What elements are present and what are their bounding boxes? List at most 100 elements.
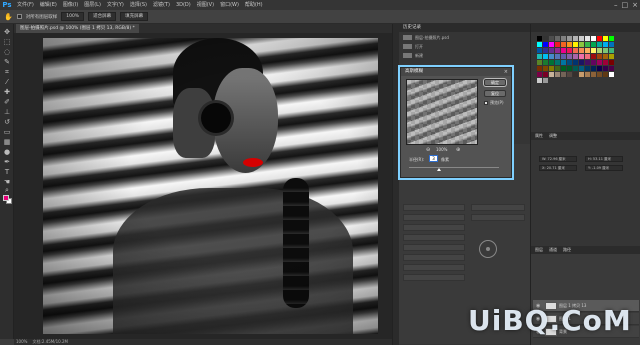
- color-swatch[interactable]: [549, 42, 554, 47]
- color-swatch[interactable]: [549, 48, 554, 53]
- color-swatch[interactable]: [603, 72, 608, 77]
- y-field[interactable]: Y: -1.09 厘米: [585, 165, 623, 171]
- color-swatch[interactable]: [591, 42, 596, 47]
- menu-view[interactable]: 视图(V): [194, 0, 217, 10]
- color-swatch[interactable]: [537, 60, 542, 65]
- color-swatch[interactable]: [537, 72, 542, 77]
- color-swatch[interactable]: [597, 54, 602, 59]
- type-tool-icon[interactable]: T: [3, 168, 11, 176]
- color-swatch[interactable]: [609, 60, 614, 65]
- color-swatch[interactable]: [579, 60, 584, 65]
- color-swatch[interactable]: [555, 42, 560, 47]
- tab-paths[interactable]: 路径: [563, 246, 571, 254]
- color-swatch[interactable]: [609, 66, 614, 71]
- reset-button[interactable]: 复位: [484, 90, 506, 97]
- color-swatch[interactable]: [585, 48, 590, 53]
- color-swatch[interactable]: [609, 72, 614, 77]
- color-swatch[interactable]: [585, 42, 590, 47]
- color-swatch[interactable]: [603, 48, 608, 53]
- preview-checkbox[interactable]: [484, 101, 488, 105]
- zoom-value-field[interactable]: 100%: [61, 12, 85, 21]
- property-field[interactable]: [471, 214, 525, 221]
- hand-tool-icon[interactable]: ✋: [4, 13, 13, 21]
- color-swatch[interactable]: [579, 54, 584, 59]
- color-swatch[interactable]: [555, 36, 560, 41]
- color-swatch[interactable]: [567, 36, 572, 41]
- color-swatch[interactable]: [561, 42, 566, 47]
- color-swatch[interactable]: [543, 60, 548, 65]
- color-swatch[interactable]: [567, 60, 572, 65]
- color-swatch[interactable]: [603, 42, 608, 47]
- close-button[interactable]: ×: [632, 0, 638, 10]
- menu-image[interactable]: 图像(I): [60, 0, 81, 10]
- close-icon[interactable]: ×: [504, 68, 508, 76]
- move-tool-icon[interactable]: ✥: [3, 28, 11, 36]
- color-swatch[interactable]: [597, 60, 602, 65]
- tab-layers[interactable]: 图层: [535, 246, 543, 254]
- height-field[interactable]: H: 53.11 厘米: [585, 156, 623, 162]
- color-swatch[interactable]: [537, 66, 542, 71]
- marquee-tool-icon[interactable]: ⬚: [3, 38, 11, 46]
- color-swatch[interactable]: [549, 36, 554, 41]
- color-swatch[interactable]: [555, 54, 560, 59]
- zoom-out-icon[interactable]: ⊖: [426, 147, 430, 153]
- color-swatch[interactable]: [591, 60, 596, 65]
- dodge-tool-icon[interactable]: ●: [3, 148, 11, 156]
- width-field[interactable]: W: 72.96 厘米: [539, 156, 577, 162]
- color-swatch[interactable]: [561, 54, 566, 59]
- color-swatch[interactable]: [585, 60, 590, 65]
- sample-all-layers-checkbox[interactable]: [16, 14, 22, 19]
- color-swatch[interactable]: [591, 54, 596, 59]
- property-field[interactable]: [403, 204, 465, 211]
- color-swatch[interactable]: [567, 54, 572, 59]
- tab-properties[interactable]: 属性: [535, 132, 543, 140]
- menu-type[interactable]: 文字(Y): [104, 0, 127, 10]
- color-swatch[interactable]: [597, 66, 602, 71]
- foreground-color-swatch[interactable]: [3, 195, 9, 201]
- history-item[interactable]: 新建: [401, 52, 525, 59]
- color-swatch[interactable]: [573, 48, 578, 53]
- menu-select[interactable]: 选择(S): [127, 0, 150, 10]
- brush-tool-icon[interactable]: ✐: [3, 98, 11, 106]
- color-swatch[interactable]: [543, 48, 548, 53]
- color-swatch[interactable]: [573, 36, 578, 41]
- document-tab[interactable]: 图层-拍摄照片.psd @ 100% (图层 1 拷贝 13, RGB/8) *: [16, 24, 139, 33]
- color-swatch[interactable]: [585, 72, 590, 77]
- maximize-button[interactable]: □: [622, 0, 629, 10]
- property-field[interactable]: [403, 214, 465, 221]
- color-swatch[interactable]: [537, 36, 542, 41]
- property-field[interactable]: [403, 234, 465, 241]
- zoom-tool-icon[interactable]: ⌕: [3, 186, 11, 194]
- color-swatch[interactable]: [555, 66, 560, 71]
- history-panel-header[interactable]: 历史记录: [399, 24, 531, 32]
- photo-canvas[interactable]: [43, 38, 378, 334]
- color-swatch[interactable]: [543, 36, 548, 41]
- color-swatch[interactable]: [603, 66, 608, 71]
- fit-screen-button[interactable]: 适合屏幕: [88, 12, 117, 21]
- color-swatch[interactable]: [567, 72, 572, 77]
- x-field[interactable]: X: 20.71 厘米: [539, 165, 577, 171]
- property-field[interactable]: [403, 254, 465, 261]
- color-swatch[interactable]: [597, 36, 602, 41]
- gradient-tool-icon[interactable]: ▦: [3, 138, 11, 146]
- color-swatch[interactable]: [609, 42, 614, 47]
- color-swatch[interactable]: [597, 48, 602, 53]
- color-swatch[interactable]: [603, 54, 608, 59]
- ok-button[interactable]: 确定: [484, 79, 506, 86]
- color-swatch[interactable]: [549, 60, 554, 65]
- tab-adjustments[interactable]: 调整: [549, 132, 557, 140]
- color-swatch[interactable]: [609, 48, 614, 53]
- color-swatch[interactable]: [555, 48, 560, 53]
- menu-help[interactable]: 帮助(H): [242, 0, 266, 10]
- color-swatch[interactable]: [609, 54, 614, 59]
- color-swatch[interactable]: [591, 66, 596, 71]
- color-swatch[interactable]: [603, 60, 608, 65]
- property-field[interactable]: [403, 264, 465, 271]
- color-swatch[interactable]: [543, 72, 548, 77]
- property-field[interactable]: [403, 224, 465, 231]
- color-swatch[interactable]: [579, 36, 584, 41]
- color-swatch[interactable]: [603, 36, 608, 41]
- menu-filter[interactable]: 滤镜(T): [150, 0, 173, 10]
- menu-3d[interactable]: 3D(D): [173, 0, 194, 10]
- menu-window[interactable]: 窗口(W): [217, 0, 242, 10]
